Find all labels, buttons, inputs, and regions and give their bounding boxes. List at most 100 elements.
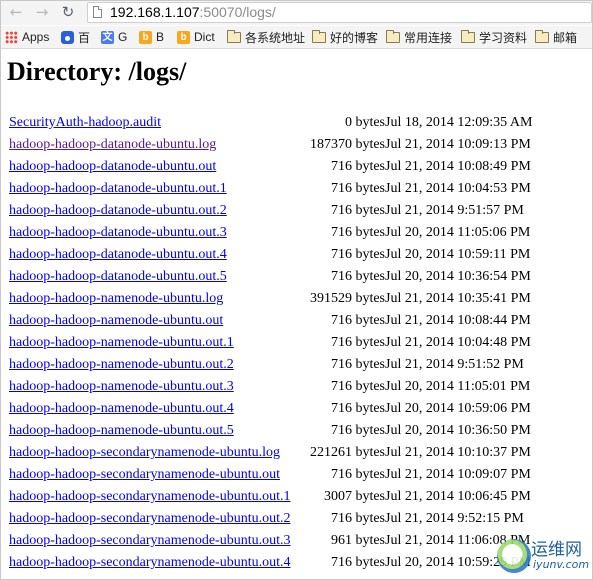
file-date: Jul 21, 2014 9:51:52 PM [385,357,524,372]
file-link[interactable]: hadoop-hadoop-datanode-ubuntu.out.4 [9,245,227,265]
back-arrow-icon[interactable]: ← [7,3,25,21]
watermark-subtext: iyunv.com [533,558,590,571]
file-row: hadoop-hadoop-datanode-ubuntu.out.5 716 b… [9,267,579,289]
folder-icon [535,29,549,43]
file-size: 716 bytes [330,379,385,394]
file-size: 221261 bytes [309,445,385,460]
file-link[interactable]: hadoop-hadoop-secondarynamenode-ubuntu.l… [9,443,280,463]
folder-icon [227,29,241,43]
file-date: Jul 20, 2014 10:36:54 PM [385,269,531,284]
file-date: Jul 21, 2014 10:08:49 PM [385,159,531,174]
file-link[interactable]: hadoop-hadoop-namenode-ubuntu.out.2 [9,355,234,375]
file-size: 391529 bytes [309,291,385,306]
file-link[interactable]: hadoop-hadoop-secondarynamenode-ubuntu.o… [9,509,290,529]
file-row: hadoop-hadoop-secondarynamenode-ubuntu.o… [9,465,579,487]
file-size: 716 bytes [330,423,385,438]
file-row: hadoop-hadoop-namenode-ubuntu.out.2 716 b… [9,355,579,377]
bookmark-bing[interactable]: b B [139,29,164,45]
file-row: hadoop-hadoop-secondarynamenode-ubuntu.l… [9,443,579,465]
file-link[interactable]: hadoop-hadoop-datanode-ubuntu.out.5 [9,267,227,287]
file-row: hadoop-hadoop-namenode-ubuntu.out.4 716 b… [9,399,579,421]
file-row: hadoop-hadoop-datanode-ubuntu.out.4 716 b… [9,245,579,267]
file-row: hadoop-hadoop-datanode-ubuntu.out.2 716 b… [9,201,579,223]
bing-icon: b [139,30,152,44]
watermark-logo-icon [497,539,531,573]
file-date: Jul 21, 2014 10:08:44 PM [385,313,531,328]
url-text[interactable]: 192.168.1.107:50070/logs/ [110,4,276,20]
bookmark-bing-dict[interactable]: b Dict [177,29,215,45]
file-size: 187370 bytes [309,137,385,152]
file-link[interactable]: hadoop-hadoop-namenode-ubuntu.out.3 [9,377,234,397]
file-link[interactable]: hadoop-hadoop-datanode-ubuntu.out.3 [9,223,227,243]
file-link[interactable]: hadoop-hadoop-namenode-ubuntu.out.5 [9,421,234,441]
file-link[interactable]: hadoop-hadoop-secondarynamenode-ubuntu.o… [9,531,290,551]
file-link[interactable]: hadoop-hadoop-namenode-ubuntu.out.1 [9,333,234,353]
bookmark-folder-links[interactable]: 常用连接 [386,29,452,45]
file-link[interactable]: SecurityAuth-hadoop.audit [9,113,161,133]
file-row: hadoop-hadoop-namenode-ubuntu.out.5 716 b… [9,421,579,443]
address-bar[interactable]: 192.168.1.107:50070/logs/ [87,2,592,23]
file-link[interactable]: hadoop-hadoop-datanode-ubuntu.log [9,135,216,155]
file-link[interactable]: hadoop-hadoop-secondarynamenode-ubuntu.o… [9,487,290,507]
folder-icon [386,29,400,43]
bing-icon: b [177,30,190,44]
file-link[interactable]: hadoop-hadoop-datanode-ubuntu.out.1 [9,179,227,199]
file-size: 0 bytes [344,115,385,130]
bookmark-folder-systems[interactable]: 各系统地址 [227,29,305,45]
file-size: 716 bytes [330,269,385,284]
file-row: hadoop-hadoop-namenode-ubuntu.out.1 716 b… [9,333,579,355]
file-date: Jul 21, 2014 10:09:07 PM [385,467,531,482]
file-date: Jul 18, 2014 12:09:35 AM [385,115,533,130]
bookmark-baidu[interactable]: 百 [61,29,90,45]
folder-icon [312,29,326,43]
file-link[interactable]: hadoop-hadoop-datanode-ubuntu.out [9,157,216,177]
bookmark-folder-mail[interactable]: 邮箱 [535,29,577,45]
file-size: 716 bytes [330,181,385,196]
file-size: 716 bytes [330,467,385,482]
file-size: 961 bytes [330,533,385,548]
file-size: 3007 bytes [323,489,385,504]
apps-grid-icon [5,30,18,44]
page-icon [93,6,102,18]
file-size: 716 bytes [330,357,385,372]
file-date: Jul 21, 2014 10:09:13 PM [385,137,531,152]
bookmark-folder-blogs[interactable]: 好的博客 [312,29,378,45]
bookmark-google-translate[interactable]: 文 G [101,29,127,45]
bookmark-apps[interactable]: Apps [5,29,49,45]
bookmark-folder-study[interactable]: 学习资料 [461,29,527,45]
site-watermark: 运维网 iyunv.com [491,529,592,579]
file-date: Jul 20, 2014 10:59:06 PM [385,401,531,416]
file-link[interactable]: hadoop-hadoop-namenode-ubuntu.out [9,311,223,331]
file-link[interactable]: hadoop-hadoop-secondarynamenode-ubuntu.o… [9,553,290,573]
file-row: hadoop-hadoop-secondarynamenode-ubuntu.o… [9,487,579,509]
file-date: Jul 21, 2014 10:10:37 PM [385,445,531,460]
file-date: Jul 21, 2014 9:51:57 PM [385,203,524,218]
watermark-text: 运维网 [531,540,582,560]
file-row: hadoop-hadoop-namenode-ubuntu.out.3 716 b… [9,377,579,399]
file-date: Jul 21, 2014 10:06:45 PM [385,489,531,504]
file-size: 716 bytes [330,555,385,570]
file-link[interactable]: hadoop-hadoop-secondarynamenode-ubuntu.o… [9,465,280,485]
file-date: Jul 20, 2014 11:05:06 PM [385,225,531,240]
reload-icon[interactable]: ↻ [59,3,77,21]
baidu-paw-icon [61,30,74,44]
file-link[interactable]: hadoop-hadoop-datanode-ubuntu.out.2 [9,201,227,221]
file-link[interactable]: hadoop-hadoop-namenode-ubuntu.out.4 [9,399,234,419]
folder-icon [461,29,475,43]
page-title: Directory: /logs/ [7,57,187,86]
file-row: hadoop-hadoop-namenode-ubuntu.log 391529 … [9,289,579,311]
bookmarks-bar: Apps 百 文 G b B b Dict 各系统地址 好的博客 常用连接 学习… [1,26,592,49]
forward-arrow-icon[interactable]: → [33,3,51,21]
file-date: Jul 20, 2014 10:59:11 PM [385,247,531,262]
file-size: 716 bytes [330,203,385,218]
file-size: 716 bytes [330,335,385,350]
file-row: hadoop-hadoop-namenode-ubuntu.out 716 byt… [9,311,579,333]
browser-toolbar: ← → ↻ 192.168.1.107:50070/logs/ [1,1,592,25]
file-size: 716 bytes [330,225,385,240]
file-link[interactable]: hadoop-hadoop-namenode-ubuntu.log [9,289,223,309]
file-row: hadoop-hadoop-secondarynamenode-ubuntu.o… [9,509,579,531]
file-row: hadoop-hadoop-datanode-ubuntu.out.3 716 b… [9,223,579,245]
file-date: Jul 21, 2014 10:04:53 PM [385,181,531,196]
file-size: 716 bytes [330,313,385,328]
file-date: Jul 21, 2014 9:52:15 PM [385,511,524,526]
